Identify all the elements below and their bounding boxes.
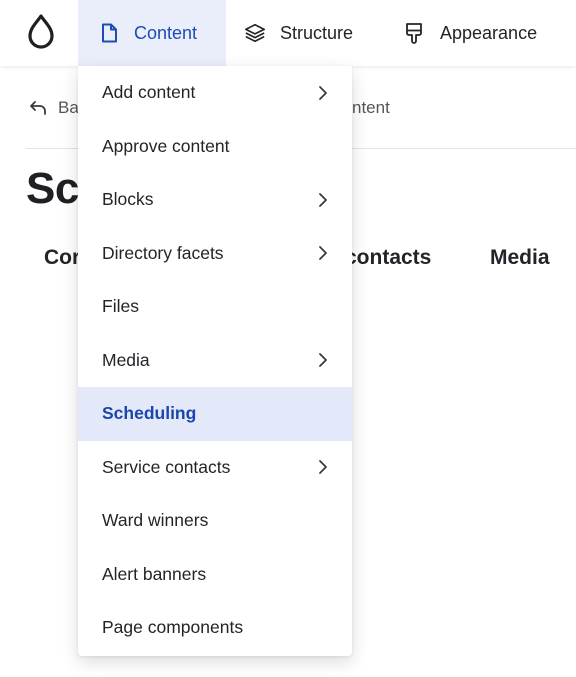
tab-media[interactable]: Media	[490, 246, 550, 270]
toolbar-item-label: Structure	[280, 22, 354, 43]
chevron-right-icon	[316, 191, 330, 209]
chevron-right-icon	[316, 84, 330, 102]
menu-item-service-contacts[interactable]: Service contacts	[78, 441, 352, 495]
menu-item-blocks[interactable]: Blocks	[78, 173, 352, 227]
menu-item-label: Ward winners	[102, 510, 209, 531]
menu-item-ward-winners[interactable]: Ward winners	[78, 494, 352, 548]
toolbar-item-label: Appearance	[440, 22, 538, 43]
page-title: Sc	[26, 164, 79, 213]
page: Ba ntent Sc Cor contacts Media Content S…	[0, 0, 576, 677]
menu-item-media[interactable]: Media	[78, 334, 352, 388]
menu-item-label: Directory facets	[102, 242, 224, 263]
tab-content[interactable]: Cor	[44, 246, 80, 270]
menu-item-label: Add content	[102, 82, 196, 103]
menu-item-approve-content[interactable]: Approve content	[78, 120, 352, 174]
back-arrow-icon	[28, 98, 48, 118]
toolbar-item-content[interactable]: Content	[78, 0, 226, 66]
menu-item-alert-banners[interactable]: Alert banners	[78, 548, 352, 602]
brush-icon	[404, 22, 426, 44]
menu-item-label: Page components	[102, 617, 244, 638]
chevron-right-icon	[316, 244, 330, 262]
drupal-logo-icon[interactable]	[26, 13, 56, 51]
menu-item-scheduling[interactable]: Scheduling	[78, 387, 352, 441]
menu-item-files[interactable]: Files	[78, 280, 352, 334]
toolbar-item-label: Content	[134, 22, 198, 43]
content-dropdown-menu: Add content Approve content Blocks Direc…	[78, 66, 352, 656]
menu-item-page-components[interactable]: Page components	[78, 601, 352, 655]
menu-item-directory-facets[interactable]: Directory facets	[78, 227, 352, 281]
toolbar-item-appearance[interactable]: Appearance	[404, 0, 537, 66]
toolbar-item-structure[interactable]: Structure	[244, 0, 353, 66]
menu-item-label: Scheduling	[102, 403, 197, 424]
menu-item-label: Media	[102, 349, 150, 370]
back-link[interactable]: Ba	[28, 96, 79, 120]
chevron-right-icon	[316, 458, 330, 476]
menu-item-label: Service contacts	[102, 456, 231, 477]
layers-icon	[244, 22, 266, 44]
chevron-right-icon	[316, 351, 330, 369]
menu-item-label: Blocks	[102, 189, 154, 210]
document-icon	[98, 22, 120, 44]
menu-item-label: Alert banners	[102, 563, 207, 584]
back-link-label: Ba	[58, 98, 79, 117]
tab-service-contacts[interactable]: contacts	[345, 246, 431, 270]
menu-item-add-content[interactable]: Add content	[78, 66, 352, 120]
menu-item-label: Approve content	[102, 135, 230, 156]
breadcrumb-tail[interactable]: ntent	[352, 96, 390, 120]
admin-toolbar: Content Structure Appearance	[0, 0, 576, 66]
menu-item-label: Files	[102, 296, 139, 317]
